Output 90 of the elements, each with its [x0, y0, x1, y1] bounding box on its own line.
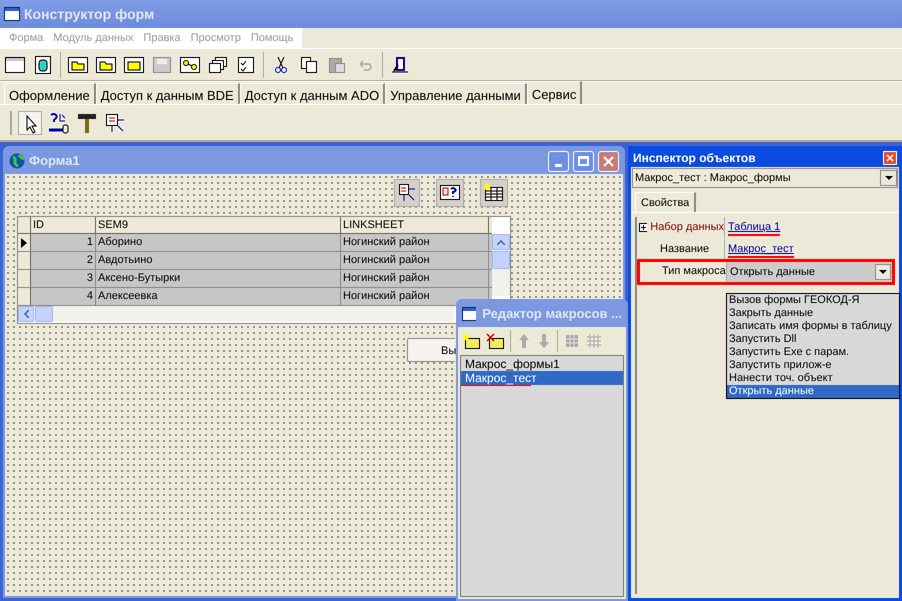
- dropdown-option[interactable]: Запустить прилож-е: [727, 359, 899, 372]
- property-value[interactable]: Таблица 1: [728, 220, 780, 234]
- diagram-icon[interactable]: [179, 54, 201, 74]
- window-title: Конструктор форм: [24, 4, 154, 24]
- expand-icon[interactable]: [639, 223, 648, 232]
- delete-item-icon[interactable]: [486, 333, 504, 349]
- transfer-icon: [397, 183, 417, 203]
- table-cell: Ногинский район: [341, 234, 489, 251]
- table-cell: Алексеевка: [96, 288, 341, 305]
- tab[interactable]: Управление данными: [385, 83, 527, 104]
- property-name: Тип макроса: [662, 264, 726, 280]
- maximize-button[interactable]: [573, 150, 594, 172]
- tab[interactable]: Доступ к данным BDE: [96, 83, 240, 104]
- dropdown-option[interactable]: Закрыть данные: [727, 307, 899, 320]
- scroll-thumb[interactable]: [492, 251, 510, 269]
- window-title: Форма1: [29, 152, 81, 170]
- close-button[interactable]: [598, 150, 619, 172]
- tab[interactable]: Свойства: [635, 192, 696, 212]
- column-header[interactable]: LINKSHEET: [341, 217, 489, 234]
- dropdown-option[interactable]: Вызов формы ГЕОКОД-Я: [727, 294, 899, 307]
- horizontal-scrollbar[interactable]: [18, 306, 454, 322]
- form-button[interactable]: Вы: [407, 338, 455, 362]
- window-title: Редактор макросов ...: [482, 305, 622, 324]
- window-icon: [4, 7, 20, 21]
- copy-icon[interactable]: [298, 54, 320, 74]
- dropdown-button[interactable]: [875, 264, 891, 280]
- object-selector[interactable]: Макрос_тест : Макрос_формы: [632, 168, 898, 188]
- folder-icon[interactable]: [95, 54, 117, 74]
- property-name: Название: [660, 242, 710, 258]
- table-cell: Ногинский район: [341, 252, 489, 269]
- folder-icon[interactable]: [123, 54, 145, 74]
- dropdown-option[interactable]: Записать имя формы в таблицу: [727, 320, 899, 333]
- property-value[interactable]: Макрос_тест: [728, 242, 794, 256]
- vertical-scrollbar[interactable]: [492, 234, 510, 296]
- dropdown-option[interactable]: Запустить Dll: [727, 333, 899, 346]
- close-button[interactable]: [883, 151, 897, 165]
- table-cell: Ногинский район: [341, 270, 489, 287]
- sql-query-icon[interactable]: [48, 112, 70, 134]
- table-cell: 3: [31, 270, 96, 287]
- globe-icon: [9, 153, 25, 169]
- folder-icon[interactable]: [67, 54, 89, 74]
- tab[interactable]: Доступ к данным ADO: [240, 83, 386, 104]
- header-corner-cell: [18, 217, 31, 234]
- tab[interactable]: Сервис: [526, 81, 582, 104]
- property-name: Набор данных: [650, 220, 724, 236]
- scroll-thumb[interactable]: [35, 306, 53, 322]
- table-cell: 4: [31, 288, 96, 305]
- scroll-left-button[interactable]: [18, 306, 34, 322]
- arrow-up-icon: [497, 240, 505, 244]
- dropdown-option[interactable]: Нанести точ. объект: [727, 372, 899, 385]
- sql-query-icon: [439, 183, 461, 203]
- checklist-icon[interactable]: [235, 54, 257, 74]
- save-icon[interactable]: [151, 54, 173, 74]
- scroll-up-button[interactable]: [492, 234, 510, 250]
- annotation-underline: [461, 384, 531, 386]
- door-exit-icon[interactable]: [389, 54, 411, 74]
- table-cell: Аборино: [96, 234, 341, 251]
- close-icon: [603, 156, 614, 166]
- table-cell: Ногинский район: [341, 288, 489, 305]
- transfer-button[interactable]: [394, 179, 420, 207]
- table-cell: Авдотьино: [96, 252, 341, 269]
- windows-icon[interactable]: [207, 54, 229, 74]
- column-header[interactable]: ID: [31, 217, 96, 234]
- table-icon: [483, 183, 505, 203]
- row-indicator[interactable]: [18, 234, 31, 251]
- transfer-icon[interactable]: [104, 112, 126, 134]
- pointer-icon[interactable]: [18, 110, 42, 134]
- arrow-left-icon: [24, 310, 28, 318]
- window-icon[interactable]: [4, 54, 26, 74]
- table-cell: Аксено-Бутырки: [96, 270, 341, 287]
- current-row-icon: [21, 238, 27, 248]
- table-cell: 1: [31, 234, 96, 251]
- database-icon[interactable]: [32, 54, 54, 74]
- table-button[interactable]: [480, 179, 508, 207]
- minimize-button[interactable]: [548, 150, 569, 172]
- list-item[interactable]: Макрос_формы1: [461, 357, 623, 371]
- column-header[interactable]: SEM9: [96, 217, 341, 234]
- sql-query-button[interactable]: [436, 179, 464, 207]
- dropdown-arrow-icon: [884, 176, 892, 180]
- list-item[interactable]: Макрос_тест: [461, 371, 623, 385]
- dropdown-option[interactable]: Запустить Exe с парам.: [727, 346, 899, 359]
- new-item-icon[interactable]: [462, 333, 480, 349]
- hammer-icon[interactable]: [76, 112, 98, 134]
- dropdown-option[interactable]: Открыть данные: [727, 385, 899, 398]
- window-title: Инспектор объектов: [633, 150, 757, 167]
- window-icon: [462, 307, 476, 321]
- table-cell: 2: [31, 252, 96, 269]
- dropdown-arrow-icon: [879, 270, 887, 274]
- tab[interactable]: Оформление: [4, 83, 96, 104]
- close-icon: [886, 154, 894, 162]
